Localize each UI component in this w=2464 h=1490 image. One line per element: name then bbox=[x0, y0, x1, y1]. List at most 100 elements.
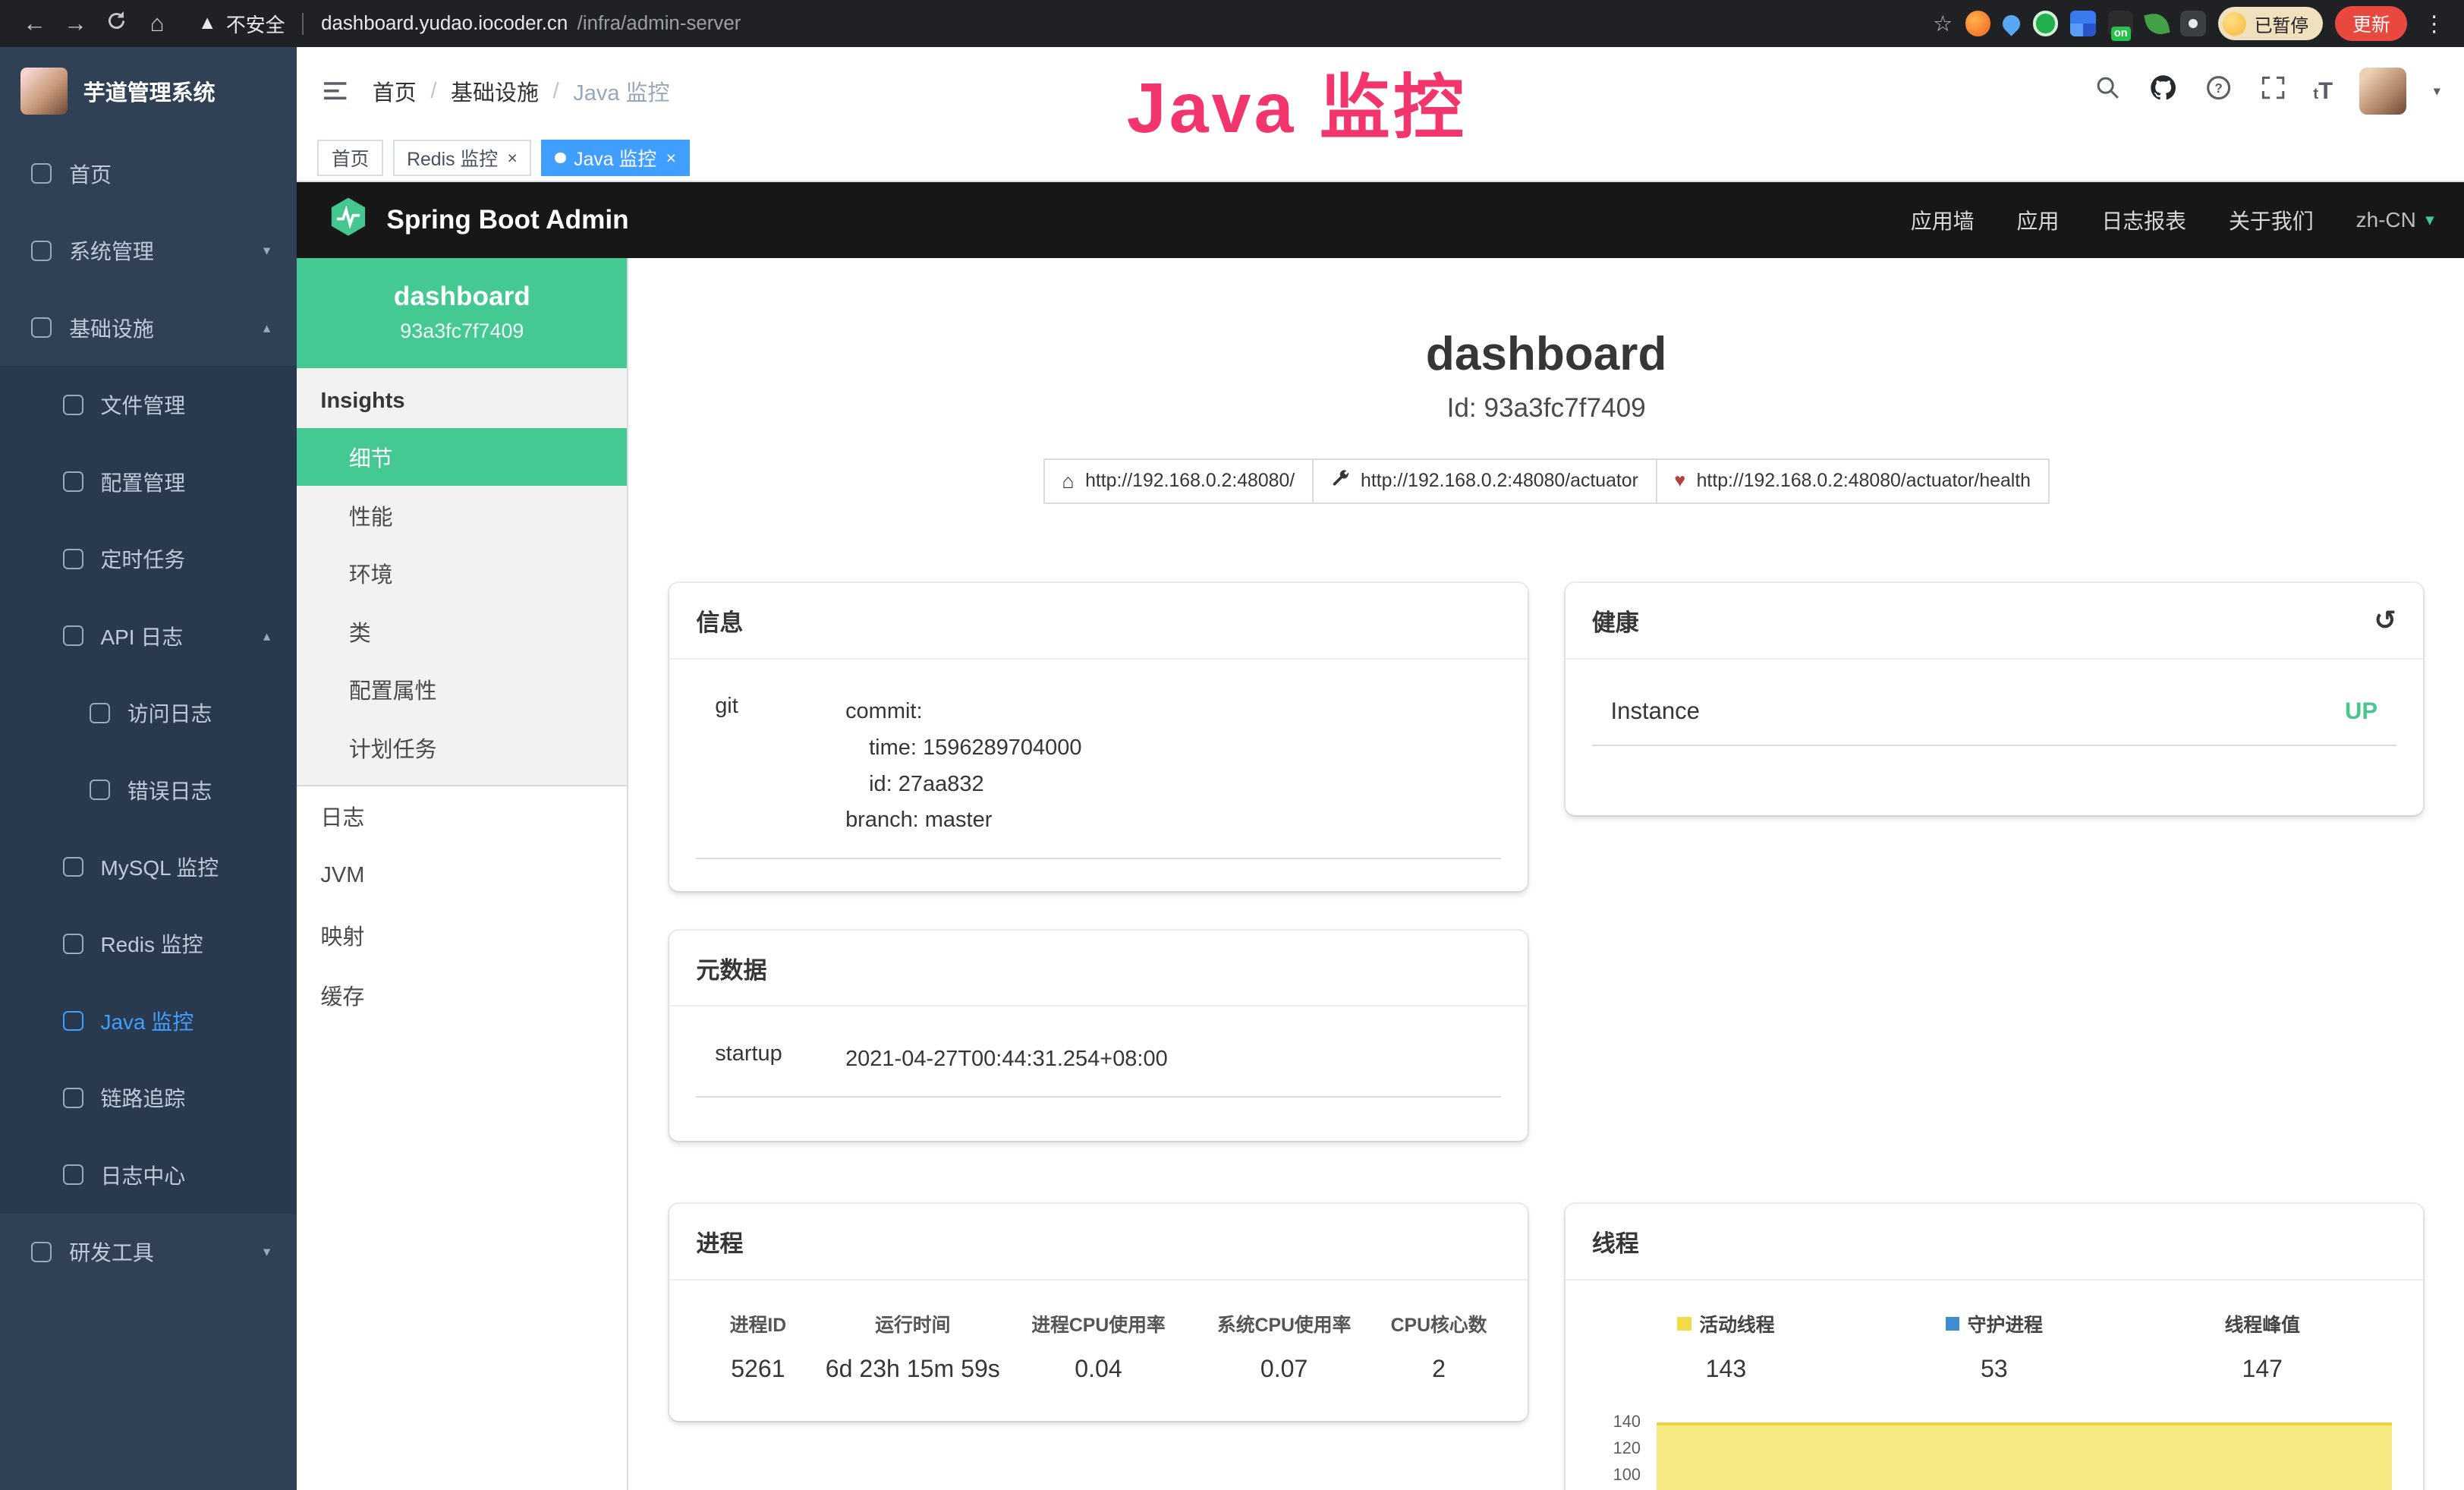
bookmark-star-icon[interactable]: ☆ bbox=[1933, 11, 1953, 37]
sidebar-item-java-monitor[interactable]: Java 监控 bbox=[0, 982, 297, 1059]
git-branch-line: branch: master bbox=[845, 802, 1501, 839]
sba-item-classes[interactable]: 类 bbox=[297, 602, 627, 660]
threads-chart-yaxis: 140 120 100 bbox=[1592, 1408, 1649, 1490]
sidebar-item-label: 定时任务 bbox=[101, 543, 186, 574]
sidebar-item-system-management[interactable]: 系统管理 ▾ bbox=[0, 213, 297, 289]
ytick: 120 bbox=[1592, 1435, 1641, 1461]
browser-toolbar: ← → ⌂ ▲ 不安全 dashboard.yudao.iocoder.cn/i… bbox=[0, 0, 2464, 47]
chevron-down-icon: ▾ bbox=[2425, 209, 2434, 230]
sidebar-item-mysql-monitor[interactable]: MySQL 监控 bbox=[0, 828, 297, 905]
sba-nav-applications[interactable]: 应用 bbox=[2017, 205, 2060, 235]
close-icon[interactable]: × bbox=[508, 148, 518, 169]
sba-item-performance[interactable]: 性能 bbox=[297, 486, 627, 544]
sba-item-scheduled-tasks[interactable]: 计划任务 bbox=[297, 719, 627, 777]
tab-java-monitor[interactable]: Java 监控 × bbox=[541, 140, 691, 176]
home-icon[interactable]: ⌂ bbox=[138, 10, 176, 37]
svg-text:?: ? bbox=[2215, 81, 2223, 96]
tab-home[interactable]: 首页 bbox=[317, 140, 383, 176]
font-size-icon[interactable]: tT bbox=[2313, 77, 2333, 105]
active-tab-dot bbox=[555, 153, 565, 163]
extension-on-badge: on bbox=[2111, 27, 2131, 41]
sidebar-item-access-logs[interactable]: 访问日志 bbox=[0, 674, 297, 751]
sba-item-config-props[interactable]: 配置属性 bbox=[297, 660, 627, 719]
close-icon[interactable]: × bbox=[666, 148, 676, 169]
metric-label: 运行时间 bbox=[820, 1310, 1005, 1337]
sba-item-logs[interactable]: 日志 bbox=[297, 786, 627, 846]
threads-chart-plot bbox=[1648, 1408, 2396, 1490]
heart-icon: ♥ bbox=[1674, 471, 1685, 492]
extension-icon-drop[interactable] bbox=[2000, 11, 2024, 36]
sidebar-item-label: 研发工具 bbox=[69, 1236, 154, 1267]
search-icon[interactable] bbox=[2094, 74, 2121, 108]
instance-header[interactable]: dashboard 93a3fc7f7409 bbox=[297, 258, 627, 369]
sidebar-item-scheduled-tasks[interactable]: 定时任务 bbox=[0, 520, 297, 597]
legend-value: 143 bbox=[1592, 1355, 1860, 1383]
sidebar-item-error-logs[interactable]: 错误日志 bbox=[0, 751, 297, 828]
live-threads-area bbox=[1657, 1422, 2392, 1490]
legend-value: 147 bbox=[2129, 1355, 2396, 1383]
forward-icon[interactable]: → bbox=[57, 10, 95, 37]
info-card: 信息 git commit: time: 1596289704000 id: 2… bbox=[669, 583, 1528, 891]
sba-item-details[interactable]: 细节 bbox=[297, 428, 627, 487]
refresh-icon[interactable] bbox=[97, 10, 135, 38]
sidebar-item-label: Redis 监控 bbox=[101, 928, 203, 959]
metric-label: 系统CPU使用率 bbox=[1191, 1310, 1377, 1337]
extension-icon-orange[interactable] bbox=[1965, 11, 1990, 36]
breadcrumb-home[interactable]: 首页 bbox=[373, 75, 417, 107]
sidebar-menu: 首页 系统管理 ▾ 基础设施 ▴ 文件管理 配置 bbox=[0, 135, 297, 1290]
sba-nav-journal[interactable]: 日志报表 bbox=[2101, 205, 2186, 235]
help-icon[interactable]: ? bbox=[2204, 74, 2233, 109]
sidebar-item-redis-monitor[interactable]: Redis 监控 bbox=[0, 906, 297, 982]
sidebar-item-infrastructure[interactable]: 基础设施 ▴ bbox=[0, 289, 297, 366]
back-icon[interactable]: ← bbox=[16, 10, 54, 37]
sba-item-caches[interactable]: 缓存 bbox=[297, 966, 627, 1025]
toolbox-icon bbox=[31, 1242, 52, 1262]
browser-menu-icon[interactable]: ⋮ bbox=[2420, 11, 2448, 37]
sba-item-environment[interactable]: 环境 bbox=[297, 544, 627, 603]
sidebar-item-label: Java 监控 bbox=[101, 1006, 194, 1036]
instance-id: 93a3fc7f7409 bbox=[313, 320, 612, 343]
user-avatar[interactable] bbox=[2359, 68, 2406, 115]
sidebar-item-log-center[interactable]: 日志中心 bbox=[0, 1136, 297, 1213]
sidebar-item-dev-tools[interactable]: 研发工具 ▾ bbox=[0, 1214, 297, 1290]
locale-selector[interactable]: zh-CN ▾ bbox=[2356, 208, 2434, 232]
tab-redis-monitor[interactable]: Redis 监控 × bbox=[393, 140, 532, 176]
metric-value: 5261 bbox=[696, 1355, 820, 1383]
chevron-down-icon: ▾ bbox=[263, 1243, 270, 1260]
actuator-url-link[interactable]: http://192.168.0.2:48080/actuator bbox=[1314, 458, 1657, 505]
extension-icon-switch[interactable]: on bbox=[2108, 11, 2133, 36]
sba-item-jvm[interactable]: JVM bbox=[297, 846, 627, 906]
extension-icon-green[interactable] bbox=[2033, 11, 2058, 36]
extension-icon-grid[interactable] bbox=[2070, 11, 2095, 36]
health-url-link[interactable]: ♥ http://192.168.0.2:48080/actuator/heal… bbox=[1657, 458, 2050, 505]
service-url-link[interactable]: ⌂ http://192.168.0.2:48080/ bbox=[1043, 458, 1314, 505]
update-button[interactable]: 更新 bbox=[2335, 6, 2407, 41]
sidebar-item-config-management[interactable]: 配置管理 bbox=[0, 443, 297, 520]
profile-paused-badge[interactable]: 已暂停 bbox=[2218, 7, 2323, 39]
extension-icon-pin[interactable] bbox=[2180, 11, 2205, 36]
chevron-down-icon: ▾ bbox=[263, 242, 270, 259]
history-icon[interactable]: ↺ bbox=[2374, 605, 2396, 636]
sba-title: Spring Boot Admin bbox=[386, 205, 628, 235]
sidebar-item-api-logs[interactable]: API 日志 ▴ bbox=[0, 597, 297, 674]
breadcrumb-infrastructure[interactable]: 基础设施 bbox=[451, 75, 539, 107]
legend-label: 活动线程 bbox=[1699, 1310, 1774, 1337]
sidebar-item-link-tracing[interactable]: 链路追踪 bbox=[0, 1060, 297, 1136]
git-info-row: git commit: time: 1596289704000 id: 27aa… bbox=[696, 682, 1500, 859]
address-bar[interactable]: ▲ 不安全 dashboard.yudao.iocoder.cn/infra/a… bbox=[198, 10, 741, 38]
fullscreen-icon[interactable] bbox=[2260, 74, 2286, 108]
extension-icon-leaf[interactable] bbox=[2144, 11, 2170, 36]
breadcrumb-separator: / bbox=[553, 79, 559, 104]
sidebar-item-file-management[interactable]: 文件管理 bbox=[0, 366, 297, 443]
avatar-caret-icon[interactable]: ▾ bbox=[2434, 83, 2440, 99]
process-metrics-row: 进程ID 5261 运行时间 6d 23h 15m 59s bbox=[696, 1303, 1500, 1383]
collapse-menu-icon[interactable] bbox=[320, 76, 350, 106]
monitor-icon bbox=[31, 317, 52, 338]
github-icon[interactable] bbox=[2148, 73, 2178, 109]
sba-nav-about[interactable]: 关于我们 bbox=[2229, 205, 2314, 235]
sba-nav-wallboard[interactable]: 应用墙 bbox=[1911, 205, 1975, 235]
app-logo[interactable]: 芋道管理系统 bbox=[0, 47, 297, 135]
sba-item-mappings[interactable]: 映射 bbox=[297, 906, 627, 966]
status-badge: UP bbox=[2345, 698, 2377, 725]
sidebar-item-home[interactable]: 首页 bbox=[0, 135, 297, 212]
